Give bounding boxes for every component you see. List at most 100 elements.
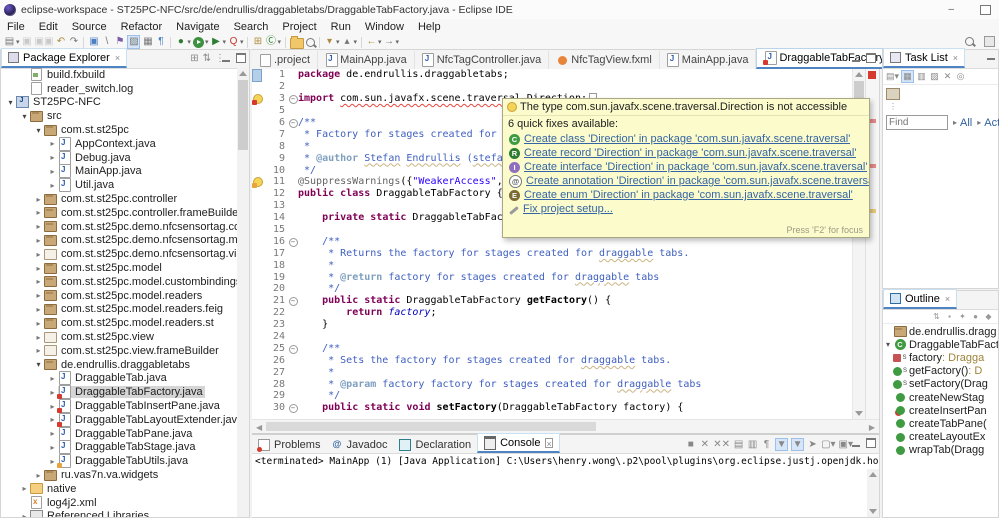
code-line[interactable]: 27 *: [252, 366, 879, 378]
presentation-icon[interactable]: ▨: [929, 71, 940, 82]
close-icon[interactable]: ×: [953, 53, 958, 63]
expand-arrow-icon[interactable]: ▸: [33, 195, 44, 204]
pin-console-icon[interactable]: ➤: [807, 439, 818, 450]
tree-item-debug-java[interactable]: ▸Debug.java: [1, 151, 249, 165]
expand-arrow-icon[interactable]: ▸: [47, 374, 58, 383]
tree-item-com-st-st25pc-model-custombindings[interactable]: ▸com.st.st25pc.model.custombindings: [1, 275, 249, 289]
tree-item-native[interactable]: ▸native: [1, 482, 249, 496]
collapse-all-icon[interactable]: ⊞: [190, 53, 198, 64]
quick-fix-link[interactable]: Create enum 'Direction' in package 'com.…: [524, 189, 853, 201]
expand-arrow-icon[interactable]: ▸: [33, 291, 44, 300]
expand-arrow-icon[interactable]: ▸: [33, 277, 44, 286]
forward-dropdown-icon[interactable]: →▾: [384, 36, 400, 48]
tree-item-draggabletabutils-java[interactable]: ▸DraggableTabUtils.java: [1, 454, 249, 468]
task-find-input[interactable]: [886, 115, 948, 130]
code-line[interactable]: 23 }: [252, 319, 879, 331]
view-tab-javadoc[interactable]: Javadoc: [326, 436, 393, 453]
tree-item-com-st-st25pc-model[interactable]: ▸com.st.st25pc.model: [1, 261, 249, 275]
outline-item-getfactory-[interactable]: SgetFactory() : D: [883, 365, 998, 378]
tree-item-st25pc-nfc[interactable]: ▾ST25PC-NFC: [1, 96, 249, 110]
tree-item-com-st-st25pc-view-framebuilder[interactable]: ▸com.st.st25pc.view.frameBuilder: [1, 344, 249, 358]
close-tab-icon[interactable]: ×: [545, 438, 553, 448]
tree-item-mainapp-java[interactable]: ▸MainApp.java: [1, 165, 249, 179]
quick-fix-link[interactable]: Fix project setup...: [523, 203, 613, 215]
scheduled-icon[interactable]: ▥: [916, 71, 927, 82]
task-filter-activated-link[interactable]: Activ...: [984, 117, 999, 129]
outline-item-setfactory-drag[interactable]: SsetFactory(Drag: [883, 378, 998, 391]
expand-arrow-icon[interactable]: ▾: [19, 112, 30, 121]
minimize-panel-icon[interactable]: [222, 60, 230, 62]
search-icon[interactable]: [965, 37, 974, 46]
view-tab-console[interactable]: Console×: [477, 433, 560, 453]
tree-item-com-st-st25pc-view[interactable]: ▸com.st.st25pc.view: [1, 330, 249, 344]
hide-static-icon[interactable]: ✦: [957, 312, 968, 321]
tree-item-com-st-st25pc-model-readers-feig[interactable]: ▸com.st.st25pc.model.readers.feig: [1, 303, 249, 317]
expand-arrow-icon[interactable]: ▸: [47, 443, 58, 452]
expand-arrow-icon[interactable]: ▸: [33, 222, 44, 231]
outline-item-factory[interactable]: Sfactory : Dragga: [883, 351, 998, 364]
tree-item-com-st-st25pc-demo-nfcsensortag-controll[interactable]: ▸com.st.st25pc.demo.nfcsensortag.control…: [1, 220, 249, 234]
remove-launch-icon[interactable]: ✕: [699, 439, 710, 450]
outline-item-draggabletabfact[interactable]: ▾CDraggableTabFact: [883, 338, 998, 351]
close-icon[interactable]: ×: [115, 53, 120, 63]
code-line[interactable]: 2: [252, 81, 879, 93]
quick-fix-link[interactable]: Create record 'Direction' in package 'co…: [524, 147, 856, 159]
quick-fix-link[interactable]: Create interface 'Direction' in package …: [524, 161, 867, 173]
restore-window-icon[interactable]: [980, 5, 991, 15]
code-line[interactable]: 30− public static void setFactory(Dragga…: [252, 402, 879, 414]
tree-item-draggabletabinsertpane-java[interactable]: ▸DraggableTabInsertPane.java: [1, 399, 249, 413]
tab-package-explorer[interactable]: Package Explorer ×: [1, 48, 127, 68]
tab-task-list[interactable]: Task List ×: [883, 48, 965, 68]
tree-item-draggabletab-java[interactable]: ▸DraggableTab.java: [1, 372, 249, 386]
editor-horizontal-scrollbar[interactable]: ◀ ▶: [252, 419, 879, 433]
expand-arrow-icon[interactable]: ▸: [19, 484, 30, 493]
expand-arrow-icon[interactable]: ▸: [33, 333, 44, 342]
save-all-icon[interactable]: ▣▣: [35, 36, 54, 48]
coverage-dropdown-icon[interactable]: ▶▾: [210, 36, 226, 48]
tree-item-com-st-st25pc-model-readers-st[interactable]: ▸com.st.st25pc.model.readers.st: [1, 316, 249, 330]
run-dropdown-icon[interactable]: ▾: [193, 36, 209, 48]
save-icon[interactable]: ▣: [22, 36, 33, 48]
expand-arrow-icon[interactable]: ▸: [33, 236, 44, 245]
console-scrollbar[interactable]: [867, 469, 879, 517]
code-line[interactable]: 17 * Returns the factory for stages crea…: [252, 247, 879, 259]
menu-source[interactable]: Source: [65, 21, 114, 33]
expand-arrow-icon[interactable]: ▸: [47, 139, 58, 148]
code-line[interactable]: 26 * Sets the factory for stages created…: [252, 354, 879, 366]
editor-tab-nfctagcontroller-java[interactable]: NfcTagController.java: [415, 51, 550, 69]
show-on-output-icon[interactable]: ▼: [775, 438, 788, 451]
tree-item-ru-vas7n-va-widgets[interactable]: ▸ru.vas7n.va.widgets: [1, 468, 249, 482]
undo-icon[interactable]: ↶: [55, 36, 66, 48]
hide-completed-icon[interactable]: ✕: [942, 71, 953, 82]
sort-icon[interactable]: ⇅: [931, 312, 942, 321]
prev-annotation-dropdown-icon[interactable]: ▴▾: [342, 36, 358, 48]
maximize-editor-icon[interactable]: [866, 53, 876, 63]
menu-refactor[interactable]: Refactor: [114, 21, 170, 33]
new-java-project-icon[interactable]: ⊞: [252, 36, 263, 48]
tree-item-build-fxbuild[interactable]: build.fxbuild: [1, 68, 249, 82]
outline-item-createinsertpan[interactable]: createInsertPan: [883, 404, 998, 417]
remove-all-terminated-icon[interactable]: ✕✕: [713, 439, 730, 450]
tree-item-com-st-st25pc-model-readers[interactable]: ▸com.st.st25pc.model.readers: [1, 289, 249, 303]
tree-item-src[interactable]: ▾src: [1, 109, 249, 123]
outline-item-wraptab-dragg[interactable]: wrapTab(Dragg: [883, 444, 998, 457]
tree-item-com-st-st25pc-controller[interactable]: ▸com.st.st25pc.controller: [1, 192, 249, 206]
expand-arrow-icon[interactable]: ▸: [33, 208, 44, 217]
outline-item-createnewstag[interactable]: createNewStag: [883, 391, 998, 404]
code-line[interactable]: 29 */: [252, 390, 879, 402]
tree-item-de-endrullis-draggabletabs[interactable]: ▾de.endrullis.draggabletabs: [1, 358, 249, 372]
minimize-editor-icon[interactable]: [852, 60, 860, 62]
display-console-dropdown-icon[interactable]: ▢▾: [821, 439, 835, 450]
back-dropdown-icon[interactable]: ←▾: [366, 36, 382, 48]
code-line[interactable]: 21− public static DraggableTabFactory ge…: [252, 295, 879, 307]
minimize-console-icon[interactable]: [852, 445, 860, 447]
tree-item-draggabletabstage-java[interactable]: ▸DraggableTabStage.java: [1, 441, 249, 455]
tree-item-draggabletablayoutextender-java[interactable]: ▸DraggableTabLayoutExtender.java: [1, 413, 249, 427]
categorized-icon[interactable]: ▦: [901, 70, 914, 83]
package-explorer-scrollbar[interactable]: [237, 68, 249, 517]
expand-arrow-icon[interactable]: ▸: [47, 153, 58, 162]
toggle-mark-icon[interactable]: ▨: [127, 35, 140, 49]
expand-arrow-icon[interactable]: ▸: [19, 512, 30, 517]
menu-edit[interactable]: Edit: [32, 21, 65, 33]
code-line[interactable]: 28 * @param factory factory for stages c…: [252, 378, 879, 390]
